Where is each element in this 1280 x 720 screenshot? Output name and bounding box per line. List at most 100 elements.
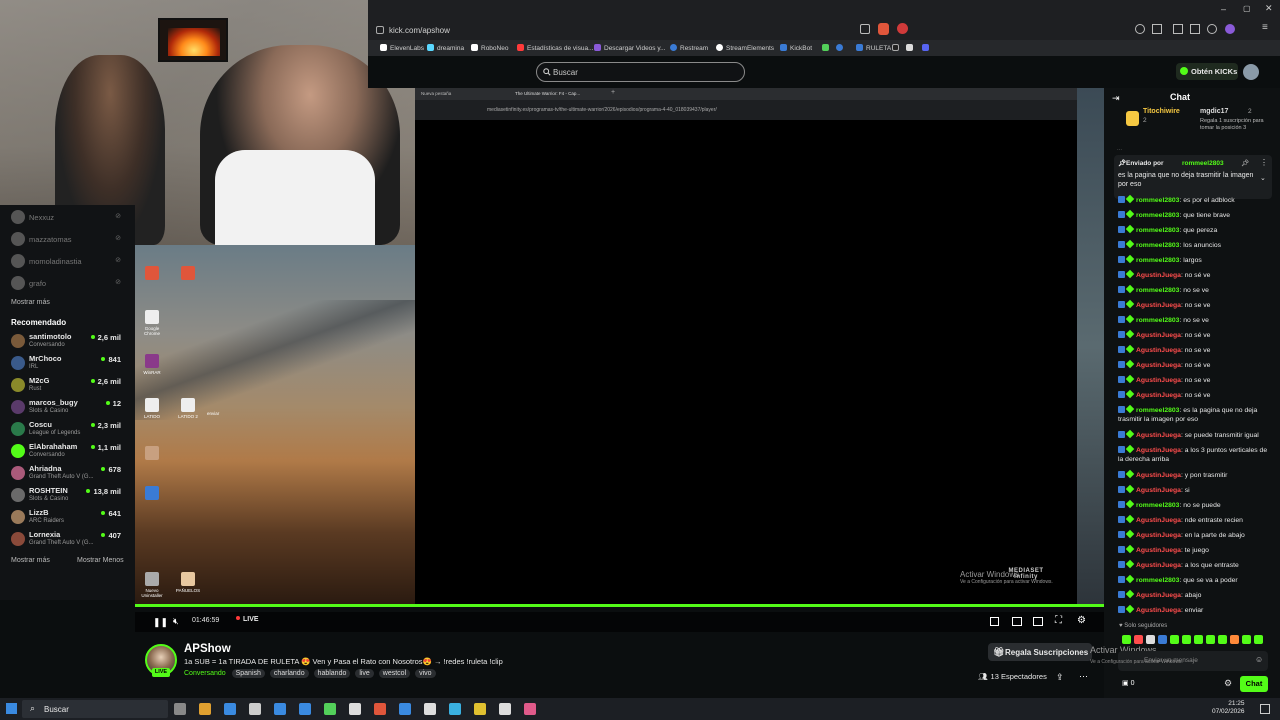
sidebar-item-m2cg[interactable]: M2cG Rust 2,6 mil	[0, 374, 135, 396]
sidebar-item-ahriadna[interactable]: Ahriadna Grand Theft Auto V (G... 678	[0, 462, 135, 484]
chat-username[interactable]: AgustinJuega	[1136, 447, 1181, 454]
emote-icon[interactable]	[1158, 635, 1167, 644]
inner-tab-newtab[interactable]: Nueva pestaña	[421, 91, 481, 99]
sidebar-item-elabrahaham[interactable]: ElAbrahaham Conversando 1,1 mil	[0, 440, 135, 462]
mail-icon[interactable]	[224, 703, 236, 715]
bookmark-whatsapp[interactable]	[822, 44, 832, 52]
desktop-icon-chrome[interactable]: Google Chrome	[139, 310, 165, 336]
bookmark-discord[interactable]	[922, 44, 932, 52]
close-icon[interactable]: ✕	[1265, 3, 1273, 14]
tag-chip[interactable]: hablando	[313, 669, 351, 678]
chat-username[interactable]: rommeel2803	[1136, 407, 1179, 414]
inner-address-bar[interactable]: mediasetinfinity.es/programas-tv/the-ult…	[415, 100, 1077, 120]
share-icon[interactable]: ⇪	[1056, 672, 1064, 683]
clip-icon[interactable]	[1033, 617, 1043, 626]
desktop-icon-winrar[interactable]: WinRAR	[139, 354, 165, 375]
app-icon[interactable]	[299, 703, 311, 715]
chat-username[interactable]: AgustinJuega	[1136, 347, 1181, 354]
sidebar-followed-item[interactable]: Nexxuz ⊘	[0, 206, 135, 228]
sidebar-item-lizzb[interactable]: LizzB ARC Raiders 641	[0, 506, 135, 528]
user-avatar[interactable]	[1243, 64, 1259, 80]
chat-username[interactable]: AgustinJuega	[1136, 332, 1181, 339]
chat-username[interactable]: AgustinJuega	[1136, 272, 1181, 279]
sidebar-toggle-icon[interactable]	[1190, 24, 1200, 34]
show-more-link-2[interactable]: Mostrar más	[11, 557, 50, 564]
chat-username[interactable]: AgustinJuega	[1136, 362, 1181, 369]
app-icon[interactable]	[399, 703, 411, 715]
emote-icon[interactable]	[1206, 635, 1215, 644]
sidebar-item-marcos_bugy[interactable]: marcos_bugy Slots & Casino 12	[0, 396, 135, 418]
bookmark-restream[interactable]: Restream	[670, 44, 708, 52]
desktop-icon-doc[interactable]	[139, 486, 165, 502]
bookmark-tiktok[interactable]	[892, 44, 902, 52]
sidebar-followed-item[interactable]: mazzatomas ⊘	[0, 228, 135, 250]
chat-username[interactable]: AgustinJuega	[1136, 562, 1181, 569]
brave-icon[interactable]	[374, 703, 386, 715]
chat-username[interactable]: rommeel2803	[1136, 212, 1179, 219]
brave-shield-icon[interactable]	[878, 23, 889, 35]
tag-chip[interactable]: Spanish	[231, 669, 265, 678]
chat-username[interactable]: rommeel2803	[1136, 197, 1179, 204]
desktop-icon-latido[interactable]: LATIDO	[139, 398, 165, 419]
video-player[interactable]	[415, 88, 1077, 605]
send-chat-button[interactable]: Chat	[1240, 676, 1268, 692]
bookmark-dreamina[interactable]: dreamina	[427, 44, 464, 52]
sidebar-item-santimotolo[interactable]: santimotolo Conversando 2,6 mil	[0, 330, 135, 352]
bookmark-facebook[interactable]	[836, 44, 846, 52]
chat-username[interactable]: rommeel2803	[1136, 242, 1179, 249]
chat-username[interactable]: AgustinJuega	[1136, 607, 1181, 614]
obs-icon[interactable]	[499, 703, 511, 715]
new-tab-icon[interactable]: +	[611, 89, 615, 96]
inner-tab-video[interactable]: The Ultimate Warrior: F4 - Cap...	[515, 91, 615, 99]
bookmark-kickbot[interactable]: KickBot	[780, 44, 812, 52]
bookmark-descargar[interactable]: Descargar Videos y...	[594, 44, 666, 52]
emote-icon[interactable]	[1182, 635, 1191, 644]
profile-icon[interactable]	[1207, 24, 1217, 34]
collapse-chat-icon[interactable]: ⇥	[1112, 93, 1120, 104]
emoji-icon[interactable]: ☺	[1255, 655, 1263, 664]
emote-icon[interactable]	[1122, 635, 1131, 644]
sidebar-followed-item[interactable]: momoladinastia ⊘	[0, 250, 135, 272]
wallet-icon[interactable]	[1152, 24, 1162, 34]
chat-username[interactable]: rommeel2803	[1136, 287, 1179, 294]
pause-icon[interactable]: ❚❚	[153, 617, 168, 628]
app-icon[interactable]	[274, 703, 286, 715]
bookmark-ruleta[interactable]: RULETA	[856, 44, 891, 52]
chat-username[interactable]: rommeel2803	[1136, 502, 1179, 509]
sidebar-item-coscu[interactable]: Coscu League of Legends 2,3 mil	[0, 418, 135, 440]
gift-subs-button[interactable]: 🎁︎ Regala Suscripciones	[988, 643, 1092, 661]
chat-username[interactable]: AgustinJuega	[1136, 532, 1181, 539]
chat-username[interactable]: AgustinJuega	[1136, 547, 1181, 554]
photos-icon[interactable]	[449, 703, 461, 715]
sidebar-followed-item[interactable]: grafo ⊘	[0, 272, 135, 294]
desktop-icon-panuelos[interactable]: PAÑUELOS	[175, 572, 201, 593]
fullscreen-icon[interactable]: ⛶	[1055, 615, 1062, 626]
desktop-icon-brave-2[interactable]	[175, 266, 201, 282]
media-icon[interactable]	[1173, 24, 1183, 34]
emote-icon[interactable]	[1194, 635, 1203, 644]
tag-chip[interactable]: vivo	[415, 669, 436, 678]
minimize-icon[interactable]: –	[1221, 4, 1226, 14]
chat-username[interactable]: AgustinJuega	[1136, 487, 1181, 494]
bookmark-elevenlabs[interactable]: ElevenLabs	[380, 44, 424, 52]
menu-icon[interactable]: ≡	[1262, 22, 1268, 33]
chat-username[interactable]: AgustinJuega	[1136, 377, 1181, 384]
emote-icon[interactable]	[1254, 635, 1263, 644]
chat-username[interactable]: AgustinJuega	[1136, 392, 1181, 399]
expand-pinned-icon[interactable]: ⌄	[1260, 174, 1266, 182]
pip-icon[interactable]	[990, 617, 999, 626]
emote-icon[interactable]	[1230, 635, 1239, 644]
desktop-icon-brave[interactable]	[139, 266, 165, 282]
desktop-icon-latido-2[interactable]: LATIDO 2	[175, 398, 201, 419]
sidebar-item-lornexia[interactable]: Lornexia Grand Theft Auto V (G... 407	[0, 528, 135, 550]
sidebar-item-roshtein[interactable]: ROSHTEIN Slots & Casino 13,8 mil	[0, 484, 135, 506]
brave-rewards-icon[interactable]	[897, 23, 908, 34]
emote-icon[interactable]	[1170, 635, 1179, 644]
chat-username[interactable]: AgustinJuega	[1136, 432, 1181, 439]
desktop-icon-uninstaller[interactable]: Nuevo Uninstaller	[139, 572, 165, 598]
url-text[interactable]: kick.com/apshow	[389, 26, 450, 35]
app-icon[interactable]	[524, 703, 536, 715]
app-icon[interactable]	[424, 703, 436, 715]
notepad-icon[interactable]	[349, 703, 361, 715]
chat-username[interactable]: AgustinJuega	[1136, 472, 1181, 479]
